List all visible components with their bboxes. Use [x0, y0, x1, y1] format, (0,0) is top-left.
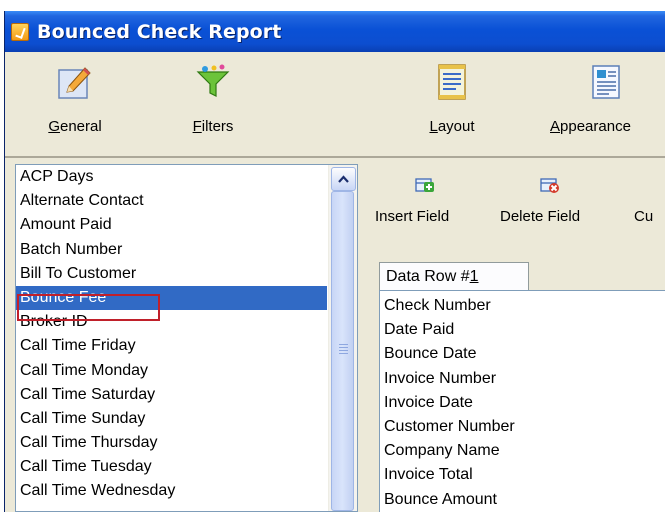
grip-line [339, 347, 348, 348]
field-list-item[interactable]: Batch Number [16, 238, 327, 262]
general-label: General [48, 118, 102, 135]
grip-line [339, 344, 348, 345]
field-listbox[interactable]: ACP Days Alternate Contact Amount Paid Batc… [15, 164, 358, 512]
general-button[interactable]: General [25, 56, 125, 148]
delete-field-label: Delete Field [500, 208, 581, 225]
window-title: Bounced Check Report [37, 20, 282, 43]
chevron-up-icon [338, 175, 349, 183]
data-row-panel: Insert Field Delete Field Cu Data Row #1… [365, 158, 665, 512]
field-list-scrollbar[interactable] [328, 165, 357, 511]
appearance-icon [592, 65, 620, 99]
data-row-field-item[interactable]: Invoice Date [380, 391, 665, 415]
field-list-item[interactable]: Call Time Sunday [16, 407, 327, 431]
title-bar[interactable]: Bounced Check Report [5, 11, 665, 52]
appearance-label: Appearance [550, 118, 631, 135]
report-window: Bounced Check Report General Filters Lay… [4, 11, 665, 512]
pencil-icon [58, 67, 91, 99]
toolbar: General Filters Layout Appearance [5, 52, 665, 156]
field-list-item[interactable]: Amount Paid [16, 213, 327, 237]
data-row-field-item[interactable]: Bounce Amount [380, 488, 665, 512]
layout-button[interactable]: Layout [402, 56, 502, 148]
field-list-item[interactable]: Call Time Monday [16, 359, 327, 383]
data-row-fields: Check Number Date Paid Bounce Date Invoice … [380, 291, 665, 512]
filters-button[interactable]: Filters [163, 56, 263, 148]
data-row-field-item[interactable]: Invoice Total [380, 463, 665, 487]
tab-data-row-1[interactable]: Data Row #1 [379, 262, 529, 290]
field-list: ACP Days Alternate Contact Amount Paid Batc… [16, 165, 357, 504]
grip-line [339, 350, 348, 351]
delete-field-icon [540, 178, 559, 193]
field-list-item[interactable]: Bounce Fee [16, 285, 327, 311]
data-row-field-item[interactable]: Customer Number [380, 415, 665, 439]
data-row-field-item[interactable]: Date Paid [380, 318, 665, 342]
grip-line [339, 353, 348, 354]
data-row-field-list[interactable]: Check Number Date Paid Bounce Date Invoice … [379, 290, 665, 512]
app-icon [11, 22, 29, 41]
cut-field-label: Cu [634, 208, 654, 225]
scroll-thumb[interactable] [331, 191, 354, 511]
filters-label: Filters [192, 118, 234, 135]
field-list-item[interactable]: Call Time Saturday [16, 383, 327, 407]
insert-field-icon [415, 178, 434, 192]
data-row-field-item[interactable]: Invoice Number [380, 367, 665, 391]
field-list-item[interactable]: Bill To Customer [16, 262, 327, 286]
data-row-field-item[interactable]: Check Number [380, 294, 665, 318]
field-list-item[interactable]: Call Time Tuesday [16, 455, 327, 479]
appearance-button[interactable]: Appearance [546, 56, 665, 148]
data-row-field-item[interactable]: Bounce Date [380, 342, 665, 366]
field-list-item[interactable]: Alternate Contact [16, 189, 327, 213]
field-list-item[interactable]: Call Time Thursday [16, 431, 327, 455]
layout-icon [438, 64, 466, 100]
scroll-up-button[interactable] [331, 167, 356, 191]
insert-field-label: Insert Field [375, 208, 450, 225]
field-list-item[interactable]: ACP Days [16, 165, 327, 189]
layout-label: Layout [429, 118, 475, 135]
data-row-field-item[interactable]: Company Name [380, 439, 665, 463]
funnel-icon [196, 64, 230, 97]
field-list-item[interactable]: Call Time Friday [16, 334, 327, 358]
field-list-item[interactable]: Broker ID [16, 310, 327, 334]
field-list-item[interactable]: Call Time Wednesday [16, 479, 327, 503]
